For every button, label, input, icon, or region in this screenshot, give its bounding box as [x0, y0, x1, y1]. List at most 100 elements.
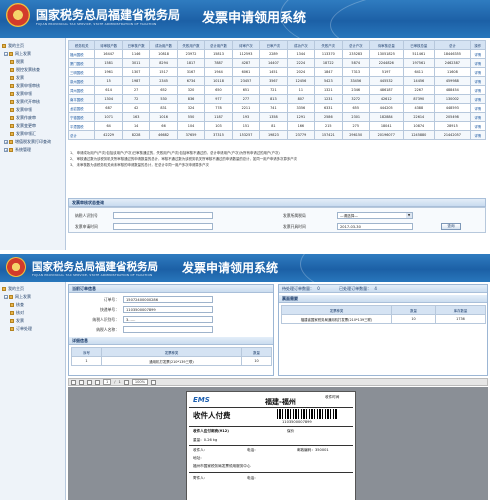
detail-link[interactable]: 详情 [469, 94, 487, 104]
tree-item[interactable]: 订单处理 [10, 326, 32, 332]
tree-item[interactable]: 发票申领 [10, 91, 32, 97]
table-cell: 3011 [121, 58, 151, 68]
table-cell: 530 [149, 94, 178, 104]
tree-item[interactable]: 核对 [10, 310, 24, 316]
table-cell: 3567 [259, 76, 288, 86]
detail-link[interactable]: 详情 [469, 67, 487, 77]
issue-date-input[interactable]: 2017-03-30 [337, 223, 413, 230]
tree-item[interactable]: − 网上发票 [4, 294, 31, 300]
table-cell: 66 [149, 121, 178, 131]
tracking-number-field[interactable]: 1103500007899 [123, 306, 213, 313]
divider [189, 407, 353, 408]
details-title: 详细信息 [69, 337, 273, 345]
tree-item[interactable]: 我的主页 [2, 286, 24, 292]
tree-item[interactable]: 发票申领审核 [10, 83, 40, 89]
apply-date-input[interactable] [113, 223, 213, 230]
field-label: 纳税人识别号 [75, 213, 98, 218]
detail-link[interactable]: 详情 [469, 49, 487, 59]
table-cell: 193 [231, 112, 261, 122]
print-icon[interactable] [71, 379, 76, 385]
row-name-link[interactable]: 宁德国税 [67, 112, 96, 122]
row-name-link[interactable]: 三明国税 [67, 67, 96, 77]
table-cell: 721 [259, 85, 288, 95]
tree-item[interactable]: 发票代开审核 [10, 99, 40, 105]
row-name-link[interactable]: 福州国税 [67, 49, 96, 59]
table-cell: 33456 [341, 76, 370, 86]
file-icon [10, 68, 14, 72]
expand-icon[interactable]: + [4, 148, 8, 152]
order-number-field[interactable]: 15072400000286 [123, 296, 213, 303]
tree-item[interactable]: + 系统管理 [4, 147, 31, 153]
detail-link[interactable]: 详情 [469, 76, 487, 86]
detail-link[interactable]: 详情 [469, 121, 487, 131]
table-row: 福州国税 16447 1146 10818 23972 15813 112593 2289 13… [67, 49, 487, 59]
table-cell: 1944 [204, 67, 233, 77]
tree-item[interactable]: 发票申领汇 [10, 131, 36, 137]
zoom-in-icon[interactable] [151, 379, 157, 385]
table-cell: 2346 [341, 85, 370, 95]
zoom-out-icon[interactable] [123, 379, 129, 385]
search-button[interactable]: 查询 [441, 223, 461, 230]
divider [189, 445, 353, 446]
table-cell: 6061 [231, 67, 261, 77]
tree-item[interactable]: 发票申领 [10, 107, 32, 113]
detail-link[interactable]: 详情 [469, 58, 487, 68]
row-name-link[interactable]: 漳州国税 [67, 85, 96, 95]
header-banner: 国家税务总局福建省税务局 FUJIAN PROVINCIAL TAX SERVI… [0, 0, 490, 38]
column-header: 序号 [71, 347, 102, 357]
detail-link[interactable]: 详情 [469, 130, 487, 140]
banner-title-cn: 国家税务总局福建省税务局 [32, 261, 158, 273]
table-cell: 37659 [176, 130, 206, 140]
detail-link[interactable]: 详情 [469, 112, 487, 122]
page-number[interactable]: 1 [103, 379, 112, 385]
done-label: 已处理订单数量： [339, 286, 372, 291]
tree-item[interactable]: − 网上发票 [4, 51, 31, 57]
pdf-viewer[interactable]: EMS 福建-福州 收件时间 收件人付费 1103500007899 收件人应付… [68, 387, 488, 500]
row-name-link[interactable]: 龙岩国税 [67, 103, 96, 113]
row-name-link[interactable]: 厦门国税 [67, 58, 96, 68]
phone-label: 电话： [247, 448, 258, 452]
table-cell: 42612 [368, 94, 404, 104]
zoom-level[interactable]: 100% [131, 379, 149, 385]
folder-icon [9, 148, 13, 152]
table-cell: 27 [121, 85, 151, 95]
tree-item[interactable]: 发票作废审 [10, 115, 36, 121]
tree-item[interactable]: 发票变更审 [10, 123, 36, 129]
row-name-link[interactable]: 平潭国税 [67, 121, 96, 131]
row-name-link[interactable]: 南平国税 [67, 94, 96, 104]
table-cell: 46682 [149, 130, 178, 140]
row-name-link[interactable]: 泉州国税 [67, 76, 96, 86]
table-cell: 72 [121, 94, 151, 104]
taxpayer-id-field[interactable]: 3…… [123, 316, 213, 323]
taxpayer-id-input[interactable] [113, 212, 213, 219]
table-cell: 14456 [402, 76, 436, 86]
column-header: 税务机关 [67, 40, 96, 50]
table-cell: 42 [121, 103, 151, 113]
table-cell: 1987 [121, 76, 151, 86]
detail-link[interactable]: 详情 [469, 85, 487, 95]
table-cell: 1847 [314, 67, 343, 77]
collapse-icon[interactable]: − [4, 52, 8, 56]
row-name-link[interactable]: 总计 [67, 130, 96, 140]
tree-item[interactable]: 我的主页 [2, 43, 24, 49]
expand-icon[interactable]: + [4, 140, 8, 144]
save-icon[interactable] [79, 379, 84, 385]
tree-item[interactable]: 税控发票核查 [10, 67, 40, 73]
next-page-icon[interactable] [95, 379, 100, 385]
table-row: 南平国税 1304 72 530 836 977 277 813 807 1231 3272 4261… [67, 94, 487, 104]
tax-office-select[interactable]: —请选择— ▼ [337, 212, 413, 219]
column-header: 成功户次 [286, 40, 316, 50]
tree-item[interactable]: 核查 [10, 302, 24, 308]
pending-label: 待处理订单数量： [282, 286, 314, 291]
table-cell: 20196077 [368, 130, 404, 140]
tree-item[interactable]: 发票 [10, 75, 24, 81]
tree-item[interactable]: 发票 [10, 318, 24, 324]
taxpayer-name-field[interactable] [123, 326, 213, 333]
tree-item[interactable]: 税票 [10, 59, 24, 65]
tree-item[interactable]: + 增值税发票打印查询 [4, 139, 51, 145]
screenshot-order-processing: 国家税务总局福建省税务局 FUJIAN PROVINCIAL TAX SERVI… [0, 254, 490, 500]
detail-link[interactable]: 详情 [469, 103, 487, 113]
previous-page-icon[interactable] [87, 379, 92, 385]
field-label: 纳税人名称： [96, 327, 119, 332]
collapse-icon[interactable]: − [4, 295, 8, 299]
